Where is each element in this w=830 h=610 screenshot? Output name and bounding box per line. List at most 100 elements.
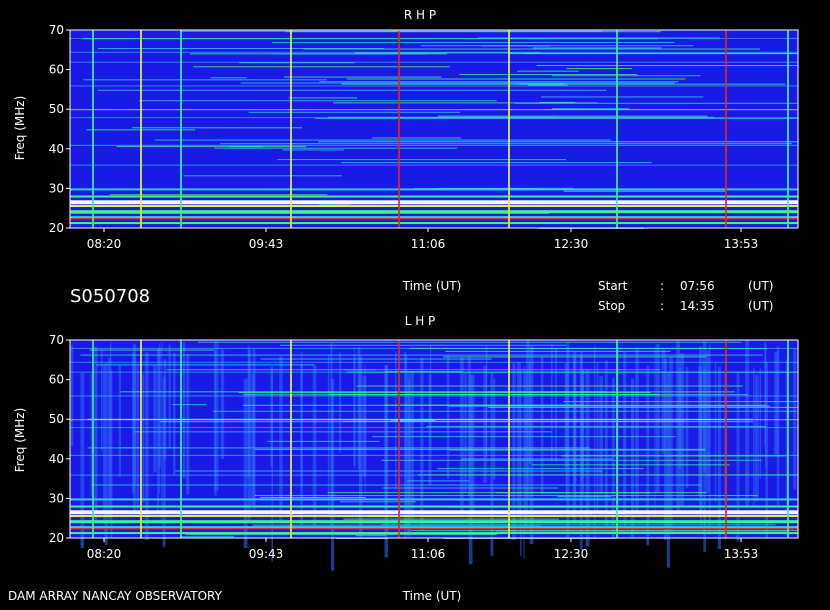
emission-streak [108, 357, 111, 520]
interference-band [277, 159, 567, 161]
emission-band [70, 188, 798, 191]
interference-band [514, 102, 798, 104]
emission-band [70, 510, 798, 515]
interference-band [183, 175, 342, 177]
interference-band [520, 83, 786, 85]
emission-streak [327, 353, 330, 517]
event-line [180, 340, 182, 538]
emission-streak [153, 364, 157, 473]
interference-band [461, 458, 613, 460]
y-tick-label: 30 [49, 181, 64, 195]
interference-band [172, 404, 207, 406]
emission-streak [745, 340, 750, 506]
interference-band [346, 78, 686, 80]
interference-band [213, 410, 797, 412]
emission-line [70, 61, 798, 63]
interference-band [80, 354, 763, 356]
interference-band [121, 447, 182, 449]
y-tick-label: 40 [49, 452, 64, 466]
interference-band [539, 101, 576, 103]
interference-band [96, 364, 315, 366]
emission-streak [312, 365, 317, 529]
interference-band [437, 115, 708, 117]
interference-band [303, 48, 761, 50]
interference-band [134, 431, 552, 433]
interference-band [109, 194, 328, 196]
start-sep: : [660, 279, 664, 293]
interference-band [116, 146, 307, 148]
emission-line [70, 395, 798, 397]
interference-band [242, 404, 767, 406]
emission-band [70, 205, 798, 208]
emission-band [70, 528, 798, 530]
emission-streak [468, 374, 473, 565]
interference-band [532, 47, 662, 49]
emission-streak [793, 348, 797, 490]
interference-band [459, 74, 638, 76]
interference-band [288, 97, 358, 99]
stop-label: Stop [598, 299, 625, 313]
emission-band [70, 515, 798, 518]
y-tick-label: 20 [49, 221, 64, 235]
interference-band [91, 484, 701, 486]
emission-band [70, 195, 798, 198]
emission-line [70, 37, 798, 39]
emission-line [70, 117, 798, 119]
emission-line [70, 109, 798, 111]
y-tick-label: 40 [49, 142, 64, 156]
start-label: Start [598, 279, 628, 293]
interference-band [185, 533, 497, 535]
emission-line [70, 347, 798, 349]
emission-line [70, 164, 798, 166]
footer-label: DAM ARRAY NANCAY OBSERVATORY [8, 589, 223, 603]
event-line [290, 30, 292, 228]
stop-time: 14:35 [680, 299, 715, 313]
interference-band [381, 459, 762, 461]
rhp-title: R H P [404, 8, 436, 22]
interference-band [175, 470, 603, 472]
stop-sep: : [660, 299, 664, 313]
y-tick-label: 70 [49, 333, 64, 347]
interference-band [280, 344, 567, 346]
interference-band [260, 496, 366, 498]
emission-streak [564, 363, 569, 469]
interference-band [449, 449, 706, 451]
emission-streak [593, 346, 596, 540]
emission-streak [580, 351, 583, 481]
emission-streak [118, 365, 121, 478]
emission-streak [359, 356, 363, 537]
emission-streak [599, 376, 603, 495]
emission-streak [94, 346, 98, 521]
interference-band [214, 147, 458, 149]
emission-streak [161, 342, 163, 524]
interference-band [382, 487, 559, 489]
interference-band [97, 89, 607, 91]
interference-band [285, 31, 661, 33]
interference-band [508, 53, 798, 55]
start-unit: (UT) [748, 279, 773, 293]
event-line [180, 30, 182, 228]
interference-band [154, 139, 611, 141]
interference-band [443, 356, 707, 358]
interference-band [283, 76, 442, 78]
event-line [787, 340, 789, 538]
interference-band [551, 75, 701, 77]
lhp-panel: 20 30 40 50 60 70 08:20 09:43 11:06 12:30 13:53 [49, 333, 799, 571]
emission-streak [186, 353, 190, 495]
emission-streak [220, 349, 225, 459]
rhp-xlabel: Time (UT) [402, 279, 462, 293]
event-line [398, 340, 400, 538]
emission-band [70, 222, 798, 225]
interference-band [445, 350, 671, 352]
spectrogram-figure: 20 30 40 50 60 70 08:20 09:43 11:06 12:30 13:53 20… [8, 8, 799, 603]
x-tick-label: 09:43 [249, 547, 284, 561]
emission-line [70, 144, 798, 146]
interference-band [193, 66, 450, 68]
interference-band [356, 385, 743, 387]
emission-streak [573, 364, 575, 493]
stop-unit: (UT) [748, 299, 773, 313]
emission-streak [173, 352, 176, 475]
emission-streak [551, 344, 553, 462]
interference-band [267, 440, 380, 442]
emission-streak [407, 379, 411, 534]
